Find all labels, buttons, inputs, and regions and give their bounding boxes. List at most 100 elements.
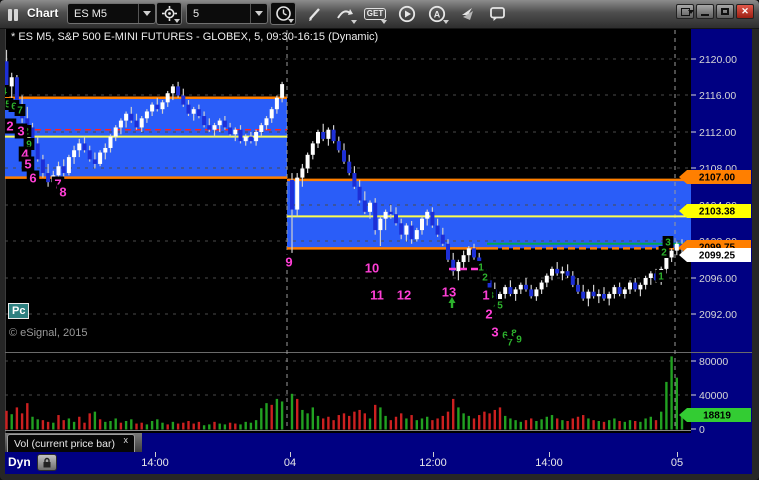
volume-bar: [571, 418, 574, 430]
volume-bar: [57, 415, 60, 430]
get-data-button[interactable]: GET: [362, 2, 388, 25]
candle-body: [638, 284, 643, 290]
count-marker-green: 2: [661, 248, 667, 259]
time-template-button[interactable]: [270, 2, 296, 25]
volume-bar: [88, 413, 91, 430]
price-zone: [287, 179, 691, 249]
pc-indicator-badge[interactable]: Pc: [8, 303, 30, 319]
volume-bar: [311, 407, 314, 430]
candle-body: [217, 120, 222, 126]
get-icon: GET: [363, 7, 387, 20]
swing-marker-magenta: 5: [24, 157, 31, 172]
trendline-tool-button[interactable]: [332, 2, 358, 25]
candle-body: [602, 293, 606, 299]
candle-body: [212, 125, 217, 130]
volume-bar: [644, 418, 647, 430]
candle-body: [570, 275, 575, 285]
close-button[interactable]: ✕: [736, 4, 754, 19]
candle-body: [274, 97, 279, 110]
candle-body: [77, 143, 82, 151]
symbol-dropdown-arrow[interactable]: [138, 4, 155, 23]
candle-body: [124, 113, 129, 121]
symbol-settings-button[interactable]: [156, 2, 182, 25]
symbol-combobox[interactable]: ES M5: [67, 3, 156, 24]
candle-body: [134, 120, 139, 128]
swing-marker-magenta: 8: [59, 185, 66, 200]
minimize-button[interactable]: [696, 4, 714, 19]
comment-button[interactable]: [484, 2, 510, 25]
volume-bar: [654, 420, 658, 430]
volume-bar: [441, 415, 444, 430]
lock-button[interactable]: [37, 454, 57, 471]
dyn-mode-button[interactable]: Dyn: [8, 455, 31, 469]
volume-bar: [26, 403, 29, 430]
candle-body: [103, 147, 108, 153]
volume-bar: [119, 422, 123, 430]
volume-bar: [306, 413, 309, 430]
maximize-button[interactable]: [716, 4, 734, 19]
volume-bar: [608, 420, 611, 430]
volume-bar: [72, 421, 76, 430]
play-button[interactable]: [394, 2, 420, 25]
candle-body: [280, 84, 285, 98]
chart-canvas[interactable]: 4567291234567891232345678910111213123212…: [0, 0, 759, 480]
tab-close-icon[interactable]: x: [124, 435, 129, 445]
candle-body: [399, 223, 404, 235]
svg-text:A: A: [434, 9, 441, 19]
price-tag-label: 18819: [703, 411, 731, 422]
candle-body: [591, 291, 596, 297]
volume-bar: [301, 409, 304, 430]
volume-bar: [628, 420, 632, 430]
restore-button[interactable]: [676, 4, 694, 19]
volume-bar: [213, 421, 216, 430]
candle-body: [503, 287, 508, 294]
volume-bar: [140, 422, 143, 430]
volume-bar: [98, 419, 102, 430]
volume-bar: [550, 415, 554, 430]
send-button[interactable]: [454, 2, 480, 25]
candle-body: [461, 255, 466, 263]
volume-bar: [410, 415, 413, 430]
candle-body: [612, 287, 617, 294]
volume-bar: [498, 407, 502, 430]
candle-body: [61, 166, 66, 174]
candle-body: [336, 141, 341, 151]
volume-bar: [67, 418, 71, 430]
candle-body: [160, 102, 165, 110]
volume-bar: [592, 420, 595, 430]
candle-body: [316, 132, 320, 144]
candle-body: [352, 173, 357, 187]
interval-dropdown-arrow[interactable]: [250, 4, 267, 23]
volume-bar: [52, 422, 55, 430]
interval-combobox[interactable]: 5: [186, 3, 268, 24]
volume-bar: [208, 424, 211, 430]
candle-body: [144, 111, 149, 119]
annotation-button[interactable]: A: [424, 2, 450, 25]
volume-bar: [587, 418, 590, 430]
tab-volume-study[interactable]: Vol (current price bar) x: [7, 434, 135, 452]
window-frame-right: [752, 28, 759, 480]
swing-marker-magenta: 3: [491, 325, 498, 340]
volume-bar: [171, 421, 175, 430]
volume-bar: [114, 418, 117, 430]
volume-bar: [187, 421, 190, 430]
candle-body: [9, 77, 14, 87]
time-axis-label: 05: [670, 457, 684, 469]
volume-bar: [260, 408, 263, 430]
volume-bar: [316, 415, 320, 430]
candle-body: [576, 284, 580, 292]
volume-bar: [290, 393, 294, 430]
candle-body: [518, 284, 523, 290]
candle-body: [394, 214, 398, 224]
count-marker-green: 5: [497, 301, 503, 312]
volume-bar: [524, 420, 528, 430]
candle-body: [238, 129, 243, 142]
volume-bar: [166, 424, 169, 430]
volume-bar: [514, 420, 517, 430]
volume-bar: [93, 411, 97, 430]
candle-body: [430, 211, 435, 226]
draw-tool-button[interactable]: [302, 2, 328, 25]
volume-bar: [176, 423, 180, 430]
candle-body: [378, 218, 383, 231]
volume-bar: [446, 411, 450, 430]
